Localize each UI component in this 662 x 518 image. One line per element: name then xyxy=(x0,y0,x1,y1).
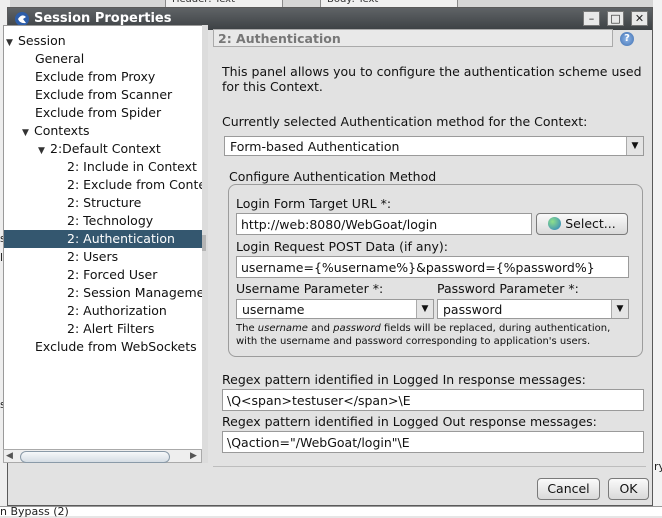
tree-item-label: 2: Alert Filters xyxy=(67,321,155,336)
tree-item-label: 2: Technology xyxy=(67,213,154,228)
tree-item-label: 2:Default Context xyxy=(50,141,161,156)
tree-item-label: Exclude from Spider xyxy=(35,105,162,120)
tree-item-forced-user[interactable]: 2: Forced User xyxy=(67,266,157,284)
expand-caret-icon[interactable]: ▼ xyxy=(38,142,50,160)
post-data-value: username={%username%}&password={%passwor… xyxy=(241,260,595,275)
tree-item-default-context[interactable]: ▼ 2:Default Context xyxy=(38,140,161,158)
expand-caret-icon[interactable]: ▼ xyxy=(6,34,18,52)
tree-horizontal-scrollbar[interactable]: ◀ ▶ xyxy=(3,449,202,463)
password-param-select[interactable]: password ▼ xyxy=(437,299,629,319)
tree-item-users[interactable]: 2: Users xyxy=(67,248,118,266)
help-icon[interactable]: ? xyxy=(620,32,634,46)
tree-item-exclude-scanner[interactable]: Exclude from Scanner xyxy=(35,86,172,104)
globe-icon xyxy=(548,217,562,230)
tree-item-label: 2: Authorization xyxy=(67,303,167,318)
tree-item-authentication[interactable]: 2: Authentication xyxy=(4,230,202,248)
ok-button[interactable]: OK xyxy=(608,478,649,500)
tree-item-include-in-context[interactable]: 2: Include in Context xyxy=(67,158,197,176)
logged-in-regex-value: \Q<span>testuser</span>\E xyxy=(227,393,411,408)
footer-separator xyxy=(213,466,646,467)
note-text: The xyxy=(236,323,258,334)
config-section-title: Configure Authentication Method xyxy=(229,169,437,184)
dropdown-arrow-icon[interactable]: ▼ xyxy=(611,300,628,318)
tree-item-label: Exclude from Scanner xyxy=(35,87,173,102)
tree-item-label: 2: Structure xyxy=(67,195,142,210)
post-data-field[interactable]: username={%username%}&password={%passwor… xyxy=(236,256,629,278)
expand-caret-icon[interactable]: ▼ xyxy=(22,124,34,142)
logged-out-label: Regex pattern identified in Logged Out r… xyxy=(222,414,597,429)
background-list-item[interactable]: n Bypass (2) xyxy=(0,505,69,518)
password-param-label: Password Parameter *: xyxy=(437,281,579,296)
password-param-value: password xyxy=(443,302,503,317)
note-text: and xyxy=(307,323,334,334)
tree-item-general[interactable]: General xyxy=(35,50,84,68)
panel-description-line2: for this Context. xyxy=(222,79,323,94)
tree-item-structure[interactable]: 2: Structure xyxy=(67,194,141,212)
tree-item-label: Contexts xyxy=(34,123,90,138)
select-button-label: Select... xyxy=(565,216,616,231)
close-button[interactable]: ✕ xyxy=(631,11,648,26)
tree-item-exclude-websockets[interactable]: Exclude from WebSockets xyxy=(35,338,197,356)
tree-item-label: 2: Forced User xyxy=(67,267,158,282)
maximize-button[interactable]: □ xyxy=(607,11,624,26)
dropdown-arrow-icon[interactable]: ▼ xyxy=(416,300,433,318)
settings-tree[interactable]: ▼ Session General Exclude from Proxy Excl… xyxy=(3,25,204,450)
tree-item-alert-filters[interactable]: 2: Alert Filters xyxy=(67,320,154,338)
panel-title: 2: Authentication xyxy=(218,31,341,46)
username-param-value: username xyxy=(242,302,305,317)
logged-in-label: Regex pattern identified in Logged In re… xyxy=(222,372,586,387)
tree-item-authorization[interactable]: 2: Authorization xyxy=(67,302,167,320)
login-url-field[interactable]: http://web:8080/WebGoat/login xyxy=(236,213,532,235)
username-param-select[interactable]: username ▼ xyxy=(236,299,434,319)
tree-item-label: 2: Include in Context xyxy=(67,159,197,174)
minimize-button[interactable]: – xyxy=(583,11,600,26)
tree-item-label: 2: Session Management xyxy=(67,285,204,300)
username-param-label: Username Parameter *: xyxy=(236,281,384,296)
logged-out-regex-value: \Qaction="/WebGoat/login"\E xyxy=(227,435,410,450)
note-password: password xyxy=(333,323,381,334)
background-right-panel xyxy=(653,0,662,515)
auth-method-value: Form-based Authentication xyxy=(230,139,400,154)
tree-item-label: 2: Authentication xyxy=(67,231,175,246)
panel-header: 2: Authentication xyxy=(213,29,613,47)
tree-item-label: Exclude from Proxy xyxy=(35,69,156,84)
scroll-right-icon[interactable]: ▶ xyxy=(190,450,197,462)
tree-item-exclude-spider[interactable]: Exclude from Spider xyxy=(35,104,161,122)
tree-item-session-management[interactable]: 2: Session Management xyxy=(67,284,204,302)
tree-item-label: 2: Users xyxy=(67,249,119,264)
tree-item-label: General xyxy=(35,51,85,66)
logged-out-regex-field[interactable]: \Qaction="/WebGoat/login"\E xyxy=(222,431,644,453)
tree-item-label: Exclude from WebSockets xyxy=(35,339,197,354)
logged-in-regex-field[interactable]: \Q<span>testuser</span>\E xyxy=(222,389,644,411)
tree-item-label: 2: Exclude from Context xyxy=(67,177,204,192)
auth-method-select[interactable]: Form-based Authentication ▼ xyxy=(224,136,644,156)
panel-description-line1: This panel allows you to configure the a… xyxy=(222,64,642,79)
cancel-button[interactable]: Cancel xyxy=(537,478,600,500)
parameter-note: The username and password fields will be… xyxy=(236,322,632,348)
dropdown-arrow-icon[interactable]: ▼ xyxy=(626,137,643,155)
tree-item-session[interactable]: ▼ Session xyxy=(6,32,66,50)
tree-item-contexts[interactable]: ▼ Contexts xyxy=(22,122,89,140)
note-username: username xyxy=(257,323,308,334)
method-label: Currently selected Authentication method… xyxy=(222,114,588,129)
tree-item-exclude-proxy[interactable]: Exclude from Proxy xyxy=(35,68,155,86)
post-data-label: Login Request POST Data (if any): xyxy=(236,239,448,254)
tree-item-technology[interactable]: 2: Technology xyxy=(67,212,153,230)
tree-item-exclude-from-context[interactable]: 2: Exclude from Context xyxy=(67,176,204,194)
split-pane-grip-icon[interactable] xyxy=(202,235,206,251)
select-url-button[interactable]: Select... xyxy=(536,213,628,235)
window-title: Session Properties xyxy=(34,11,172,26)
background-fragment: ry xyxy=(654,460,662,473)
tree-item-label: Session xyxy=(18,33,66,48)
login-url-value: http://web:8080/WebGoat/login xyxy=(241,217,438,232)
login-url-label: Login Form Target URL *: xyxy=(236,196,392,211)
scroll-left-icon[interactable]: ◀ xyxy=(6,450,13,462)
scrollbar-thumb[interactable] xyxy=(20,451,170,463)
